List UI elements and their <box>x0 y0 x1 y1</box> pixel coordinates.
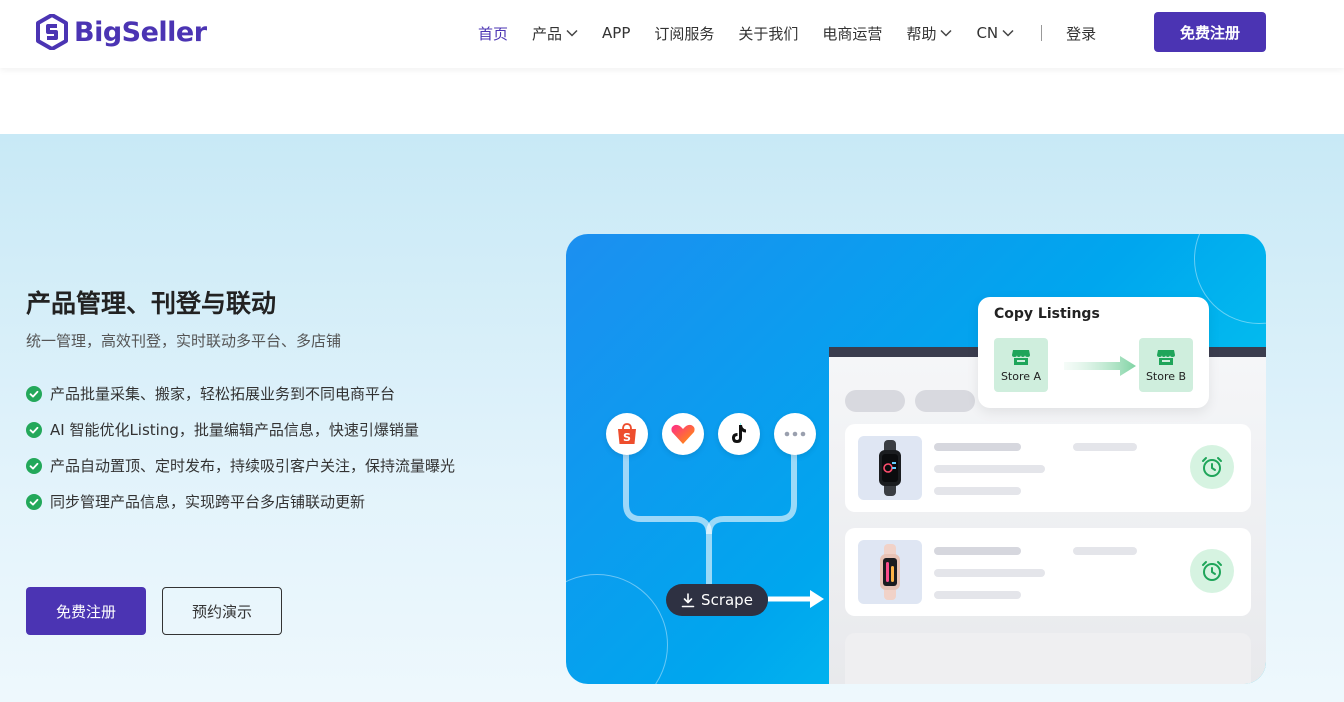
arrow-right-icon <box>1064 356 1136 376</box>
hero-subtitle: 统一管理，高效刊登，实时联动多平台、多店铺 <box>26 332 342 350</box>
nav-item-about[interactable]: 关于我们 <box>738 23 798 44</box>
product-card-placeholder <box>845 633 1251 684</box>
site-header: BigSeller 首页 产品 APP 订阅服务 关于我们 电商运营 帮助 CN… <box>0 0 1344 68</box>
filter-pill <box>915 390 975 412</box>
nav-label: 订阅服务 <box>654 24 715 43</box>
placeholder-line <box>934 569 1045 577</box>
store-b: Store B <box>1139 338 1193 392</box>
nav-label: 关于我们 <box>738 24 799 43</box>
nav-item-ecommerce[interactable]: 电商运营 <box>822 23 882 44</box>
product-card <box>845 424 1251 512</box>
smartwatch-pink-icon <box>880 544 900 600</box>
check-circle-icon <box>26 386 42 402</box>
placeholder-line <box>934 547 1021 555</box>
bigseller-logo[interactable]: BigSeller <box>36 14 207 50</box>
product-card <box>845 528 1251 616</box>
feature-text: AI 智能优化Listing，批量编辑产品信息，快速引爆销量 <box>50 421 419 439</box>
nav-label: 产品 <box>532 24 563 43</box>
nav-label: 首页 <box>478 24 509 43</box>
more-icon <box>774 413 816 455</box>
nav-divider <box>1041 25 1043 41</box>
placeholder-line <box>934 487 1021 495</box>
feature-item: 产品批量采集、搬家，轻松拓展业务到不同电商平台 <box>26 382 486 406</box>
placeholder-line <box>934 443 1021 451</box>
scrape-badge: Scrape <box>666 584 768 616</box>
product-illustration: S Scrape Copy Listings Store A Store B <box>566 234 1266 684</box>
check-circle-icon <box>26 494 42 510</box>
nav-item-home[interactable]: 首页 <box>478 23 508 44</box>
store-a: Store A <box>994 338 1048 392</box>
tiktok-icon <box>718 413 760 455</box>
placeholder-line <box>1073 443 1137 451</box>
signup-button-hero[interactable]: 免费注册 <box>26 587 146 635</box>
copy-listings-title: Copy Listings <box>994 306 1100 322</box>
product-thumbnail <box>858 540 922 604</box>
signup-button-header[interactable]: 免费注册 <box>1154 12 1266 52</box>
feature-item: AI 智能优化Listing，批量编辑产品信息，快速引爆销量 <box>26 418 486 442</box>
smartwatch-black-icon <box>879 440 901 496</box>
chevron-down-icon <box>566 29 578 37</box>
store-b-label: Store B <box>1145 369 1187 383</box>
placeholder-line <box>934 465 1045 473</box>
feature-text: 产品批量采集、搬家，轻松拓展业务到不同电商平台 <box>50 385 396 403</box>
login-link[interactable]: 登录 <box>1066 23 1096 44</box>
lazada-icon <box>662 413 704 455</box>
chevron-down-icon <box>940 29 952 37</box>
book-demo-button[interactable]: 预约演示 <box>162 587 282 635</box>
bigseller-logo-icon <box>36 14 68 50</box>
feature-text: 同步管理产品信息，实现跨平台多店铺联动更新 <box>50 493 366 511</box>
nav-label: APP <box>602 24 631 42</box>
hero-title: 产品管理、刊登与联动 <box>26 289 277 318</box>
nav-label: 帮助 <box>906 24 937 43</box>
feature-item: 产品自动置顶、定时发布，持续吸引客户关注，保持流量曝光 <box>26 454 486 478</box>
logo-text: BigSeller <box>74 16 207 48</box>
feature-item: 同步管理产品信息，实现跨平台多店铺联动更新 <box>26 490 486 514</box>
copy-listings-card: Copy Listings Store A Store B <box>978 297 1209 408</box>
store-icon <box>1012 349 1030 365</box>
nav-item-subscription[interactable]: 订阅服务 <box>654 23 714 44</box>
nav-item-help[interactable]: 帮助 <box>906 23 952 44</box>
filter-pill <box>845 390 905 412</box>
check-circle-icon <box>26 422 42 438</box>
shopee-icon: S <box>606 413 648 455</box>
nav-item-products[interactable]: 产品 <box>532 23 578 44</box>
svg-text:S: S <box>623 431 631 444</box>
nav-label: 电商运营 <box>822 24 883 43</box>
check-circle-icon <box>26 458 42 474</box>
alarm-clock-icon <box>1190 549 1234 593</box>
feature-text: 产品自动置顶、定时发布，持续吸引客户关注，保持流量曝光 <box>50 457 456 475</box>
nav-item-language[interactable]: CN <box>976 24 1014 42</box>
main-nav: 首页 产品 APP 订阅服务 关于我们 电商运营 帮助 CN 登录 <box>478 0 1120 66</box>
download-icon <box>681 592 695 607</box>
nav-label: CN <box>976 24 999 42</box>
product-thumbnail <box>858 436 922 500</box>
alarm-clock-icon <box>1190 445 1234 489</box>
chevron-down-icon <box>1002 29 1014 37</box>
feature-list: 产品批量采集、搬家，轻松拓展业务到不同电商平台 AI 智能优化Listing，批… <box>26 382 486 526</box>
scrape-label: Scrape <box>701 591 753 609</box>
store-icon <box>1157 349 1175 365</box>
placeholder-line <box>934 591 1021 599</box>
hero-section: 产品管理、刊登与联动 统一管理，高效刊登，实时联动多平台、多店铺 产品批量采集、… <box>0 134 1344 702</box>
nav-item-app[interactable]: APP <box>602 24 630 42</box>
store-a-label: Store A <box>1000 369 1042 383</box>
placeholder-line <box>1073 547 1137 555</box>
